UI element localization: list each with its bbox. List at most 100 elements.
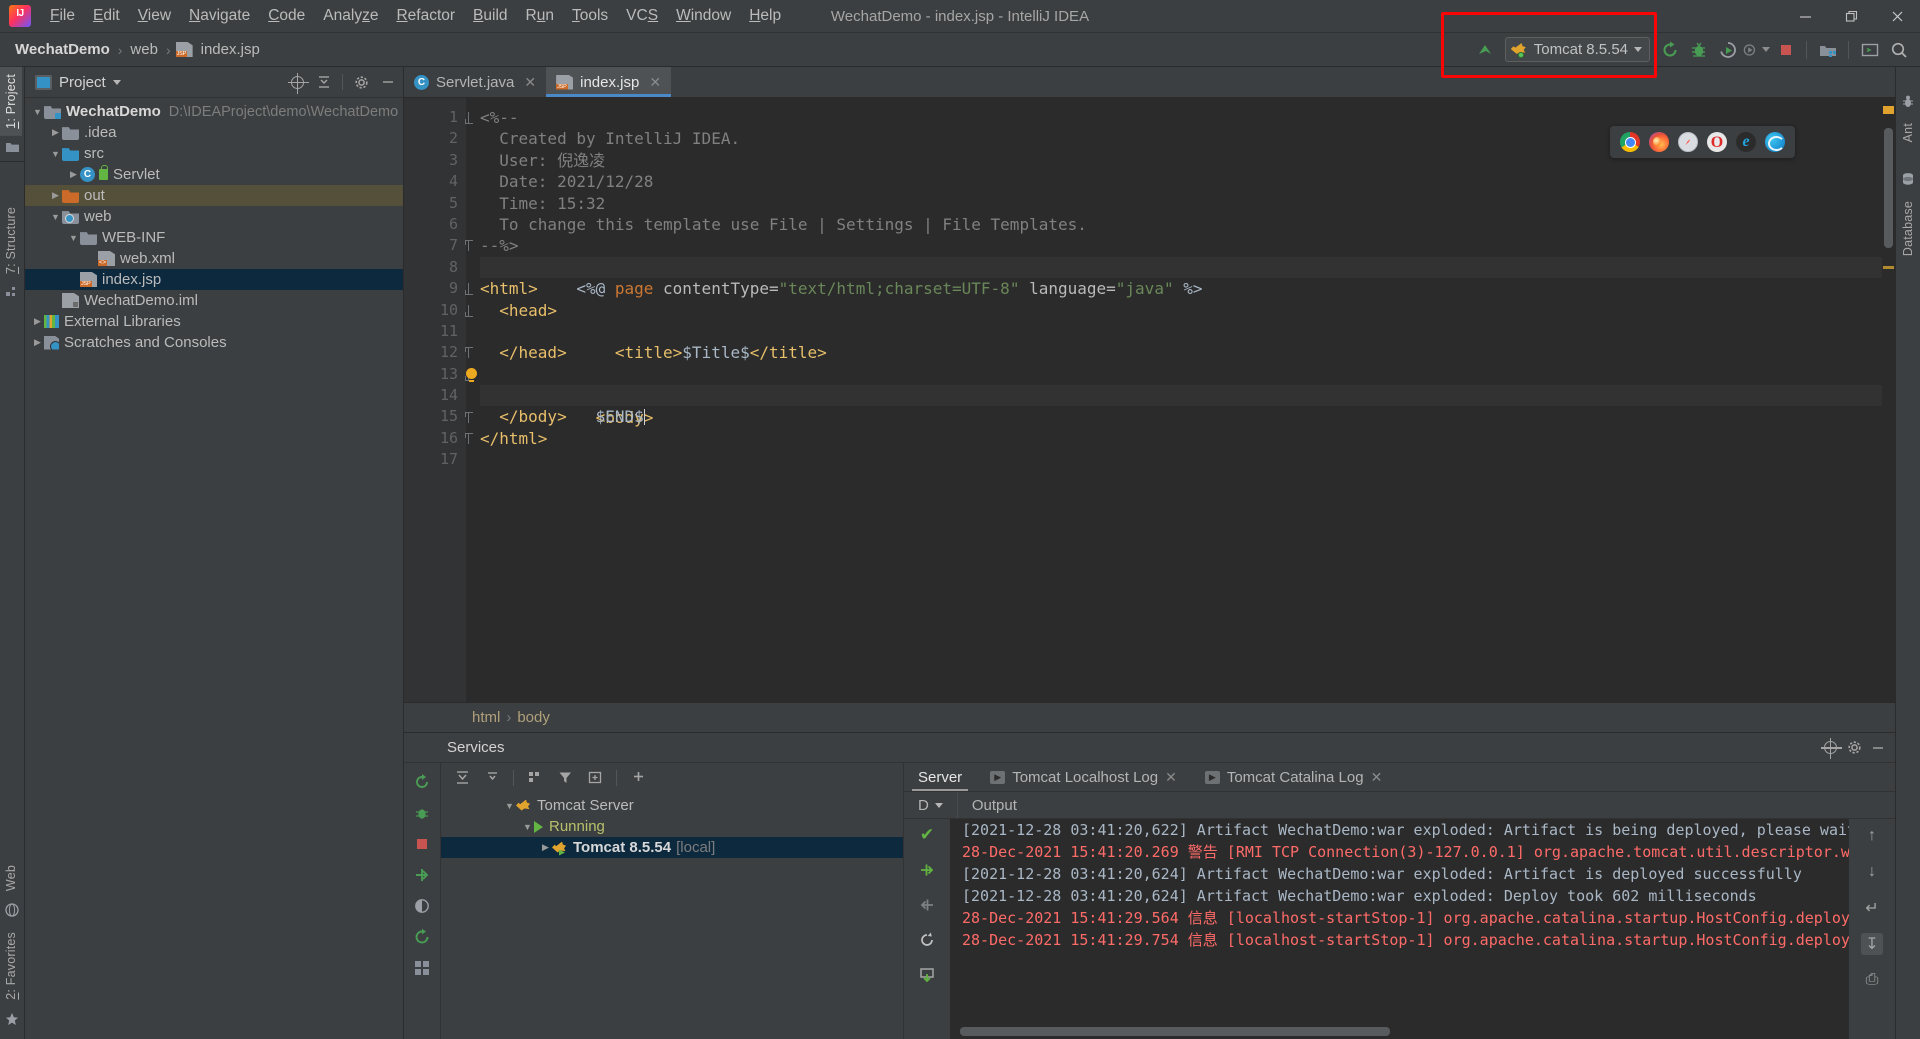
ant-icon[interactable] (1901, 89, 1915, 116)
gear-icon[interactable] (1845, 739, 1863, 757)
deployment-dropdown[interactable]: D (904, 792, 958, 818)
breadcrumb-item-web[interactable]: web (127, 40, 161, 59)
editor-tab-servlet-java[interactable]: C Servlet.java ✕ (404, 67, 546, 97)
rerun-service-icon[interactable] (412, 772, 432, 792)
sidebar-tab-web[interactable]: Web (0, 858, 22, 898)
menu-window[interactable]: Window (667, 4, 740, 28)
close-button[interactable] (1874, 0, 1920, 33)
menu-code[interactable]: Code (259, 4, 314, 28)
edge-icon[interactable] (1765, 132, 1785, 152)
open-browser-icon[interactable] (412, 896, 432, 916)
menu-analyze[interactable]: Analyze (314, 4, 387, 28)
scrollbar-thumb[interactable] (1884, 128, 1893, 248)
web-icon[interactable] (0, 898, 24, 925)
editor-scrollbar[interactable] (1882, 98, 1895, 702)
scroll-from-source-icon[interactable] (287, 72, 309, 94)
chevron-down-icon[interactable]: ▼ (49, 212, 62, 222)
breadcrumb-item-html[interactable]: html (472, 709, 500, 726)
folder-icon[interactable] (0, 136, 24, 161)
run-with-coverage-button[interactable] (1714, 37, 1741, 63)
breadcrumb-item-project[interactable]: WechatDemo (12, 40, 113, 59)
database-icon[interactable] (1901, 167, 1915, 194)
chrome-icon[interactable] (1620, 132, 1640, 152)
code-editor[interactable]: 1 2 3 4 5 6 7 8 9 10 11 12 13 14 15 16 1… (404, 98, 1895, 702)
menu-edit[interactable]: Edit (84, 4, 129, 28)
maximize-button[interactable] (1828, 0, 1874, 33)
target-icon[interactable] (1820, 738, 1842, 759)
expand-all-icon[interactable] (453, 769, 471, 787)
soft-wrap-icon[interactable]: ↵ (1861, 897, 1883, 919)
intention-bulb-icon[interactable] (466, 367, 477, 382)
scrollbar-thumb[interactable] (960, 1027, 1390, 1036)
chevron-down-icon[interactable]: ▼ (521, 822, 534, 832)
print-icon[interactable]: ⎙ (1861, 969, 1883, 991)
menu-navigate[interactable]: Navigate (180, 4, 259, 28)
chevron-down-icon[interactable]: ▼ (49, 149, 62, 159)
hide-panel-icon[interactable] (379, 73, 397, 91)
tree-item-iml[interactable]: WechatDemo.iml (25, 290, 403, 311)
group-by-icon[interactable] (526, 769, 544, 787)
structure-icon[interactable] (0, 281, 24, 306)
tree-item-scratches[interactable]: ▶ Scratches and Consoles (25, 332, 403, 353)
project-structure-button[interactable] (1814, 37, 1841, 63)
chevron-right-icon[interactable]: ▶ (31, 337, 44, 348)
close-icon[interactable]: ✕ (1165, 769, 1177, 786)
debug-button[interactable] (1685, 37, 1712, 63)
tree-item-servlet[interactable]: ▶ C Servlet (25, 164, 403, 185)
scroll-to-end-icon[interactable]: ↧ (1861, 933, 1883, 955)
stop-button[interactable] (1772, 37, 1799, 63)
hide-panel-icon[interactable] (1869, 739, 1887, 757)
gear-icon[interactable] (352, 73, 370, 91)
safari-icon[interactable] (1678, 132, 1698, 152)
tree-item-idea[interactable]: ▶ .idea (25, 122, 403, 143)
console-horizontal-scrollbar[interactable] (960, 1027, 1799, 1036)
search-everywhere-button[interactable] (1885, 37, 1912, 63)
sidebar-tab-database[interactable]: Database (1897, 194, 1919, 263)
menu-file[interactable]: FFileile (41, 4, 84, 28)
sidebar-tab-ant[interactable]: Ant (1897, 116, 1919, 149)
tree-item-web-inf[interactable]: ▼ WEB-INF (25, 227, 403, 248)
chevron-down-icon[interactable]: ▼ (503, 801, 516, 811)
tree-item-src[interactable]: ▼ src (25, 143, 403, 164)
tree-item-out[interactable]: ▶ out (25, 185, 403, 206)
tree-item-external-libraries[interactable]: ▶ External Libraries (25, 311, 403, 332)
close-icon[interactable]: ✕ (649, 74, 661, 91)
chevron-down-icon[interactable] (112, 79, 121, 85)
breadcrumb-item-file[interactable]: index.jsp (198, 40, 263, 59)
collapse-all-icon[interactable] (315, 73, 333, 91)
menu-vcs[interactable]: VCS (617, 4, 667, 28)
tree-item-web[interactable]: ▼ web (25, 206, 403, 227)
console-output[interactable]: [2021-12-28 03:41:20,622] Artifact Wecha… (950, 819, 1849, 1039)
update-resources-icon[interactable] (916, 964, 938, 986)
tree-item-index-jsp[interactable]: index.jsp (25, 269, 403, 290)
scroll-up-icon[interactable]: ↑ (1861, 825, 1883, 847)
sidebar-tab-favorites[interactable]: 2: Favorites (0, 925, 22, 1007)
chevron-right-icon[interactable]: ▶ (539, 842, 552, 853)
services-tree[interactable]: ▼ Tomcat Server ▼ Running ▶ Tomcat 8.5.5… (441, 792, 903, 1039)
editor-tab-index-jsp[interactable]: index.jsp ✕ (546, 67, 672, 97)
grid-view-icon[interactable] (412, 958, 432, 978)
internet-explorer-icon[interactable]: e (1736, 132, 1756, 152)
terminal-button[interactable] (1856, 37, 1883, 63)
services-tab-server[interactable]: Server (904, 763, 976, 791)
tree-item-web-xml[interactable]: web.xml (25, 248, 403, 269)
project-tree[interactable]: ▼ WechatDemo D:\IDEAProject\demo\WechatD… (25, 98, 403, 1039)
scroll-down-icon[interactable]: ↓ (1861, 861, 1883, 883)
menu-build[interactable]: Build (464, 4, 516, 28)
restart-service-icon[interactable] (412, 927, 432, 947)
services-tree-item-running[interactable]: ▼ Running (441, 816, 903, 837)
services-tab-tomcat-catalina-log[interactable]: ▶ Tomcat Catalina Log ✕ (1191, 763, 1396, 791)
run-configuration-selector[interactable]: Tomcat 8.5.54 (1504, 37, 1650, 62)
services-tab-tomcat-localhost-log[interactable]: ▶ Tomcat Localhost Log ✕ (976, 763, 1191, 791)
collapse-all-icon[interactable] (483, 769, 501, 787)
redeploy-icon[interactable] (916, 929, 938, 951)
menu-help[interactable]: Help (740, 4, 790, 28)
star-icon[interactable] (0, 1007, 24, 1039)
profiler-button[interactable] (1743, 37, 1770, 63)
menu-run[interactable]: Run (517, 4, 563, 28)
menu-refactor[interactable]: Refactor (387, 4, 464, 28)
chevron-down-icon[interactable]: ▼ (31, 107, 44, 117)
menu-view[interactable]: View (129, 4, 180, 28)
undeploy-icon[interactable] (916, 894, 938, 916)
rerun-button[interactable] (1656, 37, 1683, 63)
